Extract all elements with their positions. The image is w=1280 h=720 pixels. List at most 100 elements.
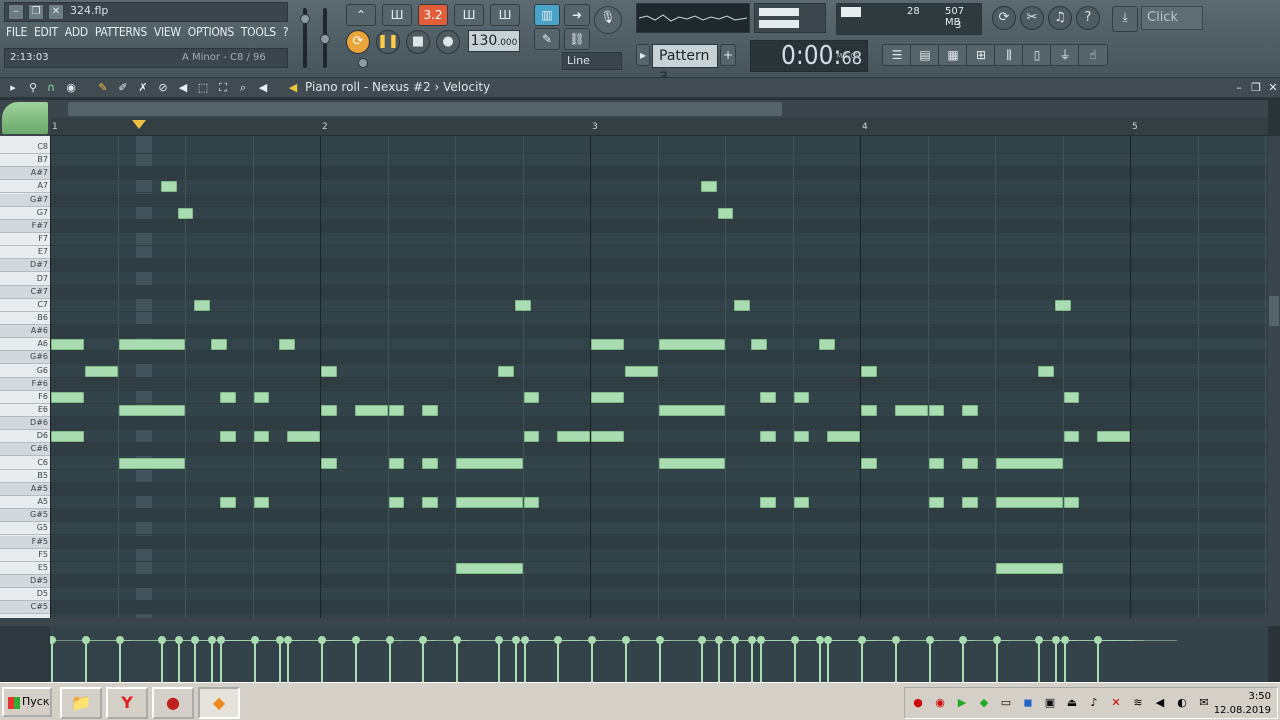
note[interactable] bbox=[962, 405, 979, 416]
pattern-prev-icon[interactable]: ▸ bbox=[636, 44, 650, 66]
horizontal-scrollbar[interactable] bbox=[50, 100, 1268, 118]
velocity-stem[interactable] bbox=[993, 636, 1076, 682]
bluetooth-tray-icon[interactable]: ◼ bbox=[1021, 696, 1035, 710]
menu-edit[interactable]: EDIT bbox=[34, 25, 58, 39]
note[interactable] bbox=[591, 431, 624, 443]
play-tray-icon[interactable]: ▶ bbox=[955, 696, 969, 710]
record-tray-icon[interactable]: ● bbox=[911, 696, 925, 710]
note[interactable] bbox=[996, 457, 1063, 469]
piano-key[interactable]: B7 bbox=[0, 154, 50, 168]
plugin-icon[interactable]: ⏚ bbox=[1050, 44, 1080, 66]
delete-tool-icon[interactable]: ✗ bbox=[136, 81, 150, 95]
velocity-stem[interactable] bbox=[495, 636, 579, 682]
fl-studio-taskbar-icon[interactable]: ◆ bbox=[198, 687, 240, 719]
piano-key[interactable]: G#6 bbox=[0, 351, 50, 365]
touch-icon[interactable]: ☝ bbox=[1078, 44, 1108, 66]
piano-roll-icon[interactable]: ▦ bbox=[938, 44, 968, 66]
menu-add[interactable]: ADD bbox=[65, 25, 88, 39]
velocity-stem[interactable] bbox=[554, 636, 638, 682]
mixer-icon[interactable]: ⫼ bbox=[994, 44, 1024, 66]
step-edit-button[interactable]: 3.2 bbox=[418, 4, 448, 26]
piano-key[interactable]: A7 bbox=[0, 180, 50, 194]
countdown-button[interactable]: Ш bbox=[454, 4, 484, 26]
pr-maximize-icon[interactable]: ❐ bbox=[1249, 81, 1263, 95]
wait-input-button[interactable]: Ш bbox=[382, 4, 412, 26]
note[interactable] bbox=[523, 431, 540, 443]
loop-record-button[interactable]: Ш bbox=[490, 4, 520, 26]
recorder-icon[interactable]: ● bbox=[152, 687, 194, 719]
stop-button[interactable]: ■ bbox=[406, 30, 430, 54]
velocity-stem[interactable] bbox=[1060, 636, 1144, 682]
piano-key[interactable]: D5 bbox=[0, 588, 50, 602]
warning-tray-icon[interactable]: ✕ bbox=[1109, 696, 1123, 710]
note[interactable] bbox=[523, 497, 540, 509]
stamp-tab[interactable] bbox=[2, 102, 48, 134]
note[interactable] bbox=[751, 339, 768, 351]
record-button[interactable]: ● bbox=[436, 30, 460, 54]
wifi-tray-icon[interactable]: ≋ bbox=[1131, 696, 1145, 710]
note[interactable] bbox=[388, 405, 405, 416]
piano-key[interactable]: A5 bbox=[0, 496, 50, 510]
target-speaker-icon[interactable]: ◀ bbox=[286, 81, 300, 95]
note[interactable] bbox=[928, 457, 945, 469]
metronome-button[interactable]: ⌃ bbox=[346, 4, 376, 26]
velocity-stem[interactable] bbox=[697, 636, 781, 682]
piano-key[interactable]: D#5 bbox=[0, 574, 50, 588]
note[interactable] bbox=[700, 181, 717, 193]
velocity-stem[interactable] bbox=[588, 636, 671, 682]
snap-icon[interactable]: ∩ bbox=[44, 81, 58, 95]
note[interactable] bbox=[354, 405, 388, 416]
velocity-stem[interactable] bbox=[621, 636, 705, 682]
note[interactable] bbox=[219, 497, 236, 509]
velocity-stem[interactable] bbox=[191, 636, 275, 682]
note[interactable] bbox=[793, 497, 810, 509]
undo-history-icon[interactable]: ⟳ bbox=[992, 6, 1016, 30]
vertical-scroll-thumb[interactable] bbox=[1269, 296, 1279, 326]
note[interactable] bbox=[321, 457, 337, 469]
velocity-stem[interactable] bbox=[756, 636, 840, 682]
piano-key[interactable]: E6 bbox=[0, 404, 50, 417]
note[interactable] bbox=[515, 299, 531, 311]
velocity-stem[interactable] bbox=[1094, 636, 1178, 682]
speaker-tray-icon[interactable]: ◀ bbox=[1153, 696, 1167, 710]
piano-key[interactable]: F6 bbox=[0, 391, 50, 404]
piano-key[interactable]: G6 bbox=[0, 365, 50, 378]
browser-icon[interactable]: ⊞ bbox=[966, 44, 996, 66]
play-icon[interactable]: ◉ bbox=[64, 81, 78, 95]
velocity-stem[interactable] bbox=[174, 636, 258, 682]
note[interactable] bbox=[321, 365, 337, 377]
velocity-stem[interactable] bbox=[419, 636, 503, 682]
note[interactable] bbox=[211, 339, 228, 351]
piano-key[interactable]: A#6 bbox=[0, 325, 50, 339]
note[interactable] bbox=[118, 457, 185, 469]
explorer-icon[interactable]: 📁 bbox=[60, 687, 102, 719]
piano-key[interactable]: C#7 bbox=[0, 285, 50, 299]
velocity-stem[interactable] bbox=[351, 636, 435, 682]
download-icon[interactable]: ⤓ bbox=[1112, 6, 1138, 32]
timeline-ruler[interactable]: 1 2 3 4 5 bbox=[50, 118, 1268, 136]
speaker-icon[interactable]: ◀ bbox=[256, 81, 270, 95]
clock[interactable]: 3:50 12.08.2019 bbox=[1214, 690, 1271, 718]
shield-tray-icon[interactable]: ◆ bbox=[977, 696, 991, 710]
note[interactable] bbox=[928, 497, 945, 509]
note[interactable] bbox=[523, 391, 540, 403]
snap-mode-select[interactable]: Line bbox=[562, 52, 622, 70]
brush-icon[interactable]: ✐ bbox=[116, 81, 130, 95]
note[interactable] bbox=[928, 405, 945, 416]
note[interactable] bbox=[219, 431, 236, 443]
note[interactable] bbox=[818, 339, 835, 351]
pause-button[interactable]: ❚❚ bbox=[376, 30, 400, 54]
note[interactable] bbox=[793, 431, 810, 443]
note[interactable] bbox=[1063, 431, 1080, 443]
menu-options[interactable]: OPTIONS bbox=[188, 25, 234, 39]
news-panel[interactable]: Click bbox=[1141, 6, 1203, 30]
velocity-stem[interactable] bbox=[520, 636, 604, 682]
velocity-stem[interactable] bbox=[250, 636, 334, 682]
velocity-stem[interactable] bbox=[1035, 636, 1119, 682]
velocity-lane[interactable] bbox=[50, 626, 1268, 682]
note[interactable] bbox=[118, 339, 185, 351]
velocity-stem[interactable] bbox=[216, 636, 300, 682]
tempo-knob[interactable] bbox=[358, 58, 368, 68]
velocity-stem[interactable] bbox=[157, 636, 241, 682]
note[interactable] bbox=[1097, 431, 1130, 443]
